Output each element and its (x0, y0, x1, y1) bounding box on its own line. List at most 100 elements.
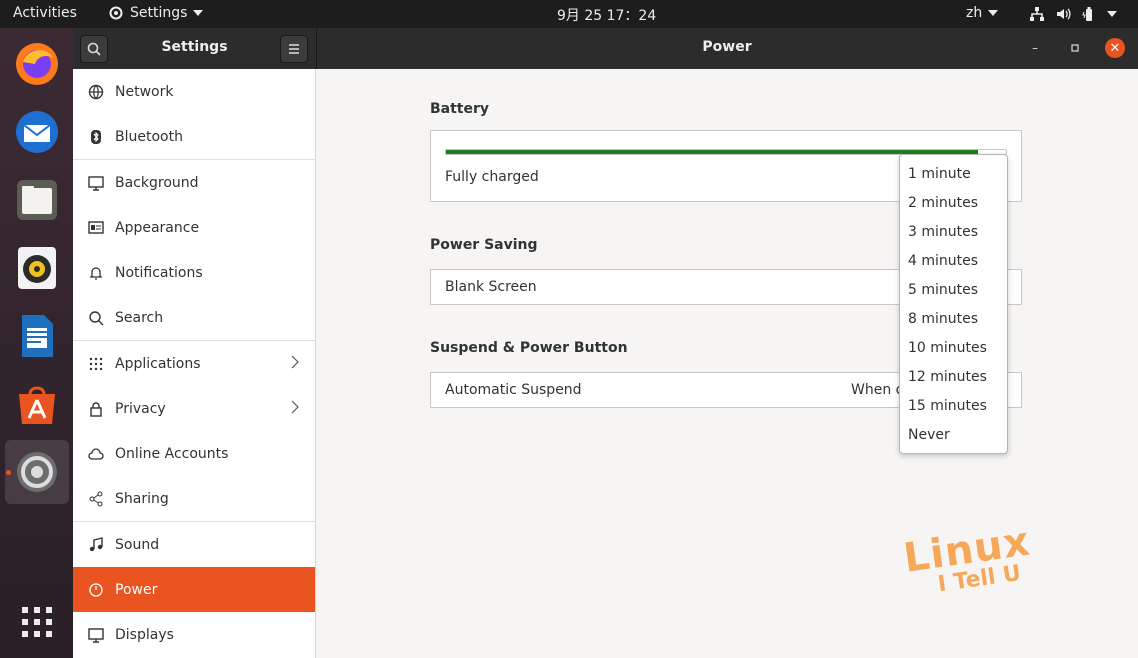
rhythmbox-launcher[interactable] (5, 236, 69, 300)
battery-status: Fully charged (445, 169, 539, 185)
minimize-icon: – (1032, 41, 1038, 55)
settings-icon (17, 452, 57, 492)
firefox-launcher[interactable] (5, 32, 69, 96)
blank-screen-label: Blank Screen (445, 279, 537, 295)
sidebar-item-label: Appearance (115, 219, 200, 236)
battery-icon (1082, 7, 1092, 21)
sidebar-item-label: Sharing (115, 490, 169, 507)
close-icon: ✕ (1109, 40, 1121, 56)
power-icon (87, 581, 105, 599)
sidebar-header: Settings (73, 28, 316, 69)
restore-icon (1071, 44, 1079, 52)
sidebar-item-notifications[interactable]: Notifications (73, 250, 315, 295)
sidebar-item-label: Search (115, 309, 164, 326)
option-8-minutes[interactable]: 8 minutes (908, 304, 1003, 333)
sidebar-item-label: Sound (115, 536, 160, 553)
option-2-minutes[interactable]: 2 minutes (908, 188, 1003, 217)
sidebar-item-sharing[interactable]: Sharing (73, 476, 315, 521)
app-grid-icon (22, 607, 52, 637)
option-12-minutes[interactable]: 12 minutes (908, 362, 1003, 391)
blank-screen-dropdown: 1 minute 2 minutes 3 minutes 4 minutes 5… (899, 154, 1008, 454)
app-store-icon (19, 386, 55, 424)
automatic-suspend-value: When o (851, 382, 905, 398)
app-menu[interactable]: Settings (108, 5, 204, 21)
option-10-minutes[interactable]: 10 minutes (908, 333, 1003, 362)
share-icon (87, 490, 105, 508)
chevron-right-icon (291, 355, 299, 373)
sidebar-item-label: Notifications (115, 264, 203, 281)
option-4-minutes[interactable]: 4 minutes (908, 246, 1003, 275)
option-1-minute[interactable]: 1 minute (908, 159, 1003, 188)
software-launcher[interactable] (5, 372, 69, 436)
speaker-icon (18, 247, 56, 289)
maximize-button[interactable] (1065, 38, 1085, 58)
battery-level-fill (446, 150, 978, 154)
sidebar-item-bluetooth[interactable]: Bluetooth (73, 114, 315, 159)
appearance-icon (87, 219, 105, 237)
firefox-icon (16, 43, 58, 85)
dock (0, 28, 73, 658)
background-icon (87, 174, 105, 192)
sidebar-item-network[interactable]: Network (73, 69, 315, 114)
lock-icon (87, 400, 105, 418)
writer-launcher[interactable] (5, 304, 69, 368)
main-header: Power – ✕ (316, 28, 1138, 69)
settings-launcher[interactable] (5, 440, 69, 504)
files-launcher[interactable] (5, 168, 69, 232)
running-indicator (6, 470, 11, 475)
grid-icon (87, 355, 105, 373)
page-title: Power (702, 39, 752, 55)
chevron-right-icon (291, 400, 299, 418)
document-icon (22, 315, 53, 357)
option-5-minutes[interactable]: 5 minutes (908, 275, 1003, 304)
files-icon (17, 180, 57, 220)
music-icon (87, 536, 105, 554)
thunderbird-launcher[interactable] (5, 100, 69, 164)
sidebar-item-applications[interactable]: Applications (73, 341, 315, 386)
language-label: zh (966, 5, 983, 21)
option-never[interactable]: Never (908, 420, 1003, 449)
sidebar-item-appearance[interactable]: Appearance (73, 205, 315, 250)
language-indicator[interactable]: zh (966, 5, 999, 21)
app-menu-label: Settings (130, 5, 188, 21)
option-15-minutes[interactable]: 15 minutes (908, 391, 1003, 420)
cloud-icon (87, 445, 105, 463)
chevron-down-icon (988, 10, 999, 16)
system-tray[interactable] (1029, 6, 1117, 22)
chevron-down-icon (1107, 11, 1117, 17)
sidebar-item-sound[interactable]: Sound (73, 522, 315, 567)
close-button[interactable]: ✕ (1105, 38, 1125, 58)
network-icon (87, 83, 105, 101)
sidebar-item-label: Applications (115, 355, 201, 372)
sidebar-item-label: Displays (115, 626, 174, 643)
display-icon (87, 626, 105, 644)
activities-button[interactable]: Activities (13, 5, 77, 21)
top-bar: Activities Settings 9月 25 17：24 zh (0, 0, 1138, 28)
sidebar-item-label: Power (115, 581, 158, 598)
sidebar: Network Bluetooth Background Appearance … (73, 69, 316, 658)
option-3-minutes[interactable]: 3 minutes (908, 217, 1003, 246)
sidebar-item-power[interactable]: Power (73, 567, 315, 612)
sidebar-item-background[interactable]: Background (73, 160, 315, 205)
suspend-heading: Suspend & Power Button (430, 340, 628, 356)
chevron-down-icon (193, 10, 204, 16)
network-wired-icon (1030, 7, 1044, 21)
power-saving-heading: Power Saving (430, 237, 538, 253)
automatic-suspend-label: Automatic Suspend (445, 382, 582, 398)
sidebar-item-search[interactable]: Search (73, 295, 315, 340)
battery-heading: Battery (430, 101, 490, 117)
sidebar-item-displays[interactable]: Displays (73, 612, 315, 657)
sidebar-item-label: Background (115, 174, 199, 191)
sidebar-item-privacy[interactable]: Privacy (73, 386, 315, 431)
sidebar-item-online-accounts[interactable]: Online Accounts (73, 431, 315, 476)
sidebar-item-label: Network (115, 83, 174, 100)
menu-button[interactable] (280, 35, 308, 63)
clock[interactable]: 9月 25 17：24 (557, 5, 656, 25)
minimize-button[interactable]: – (1025, 38, 1045, 58)
sidebar-item-label: Privacy (115, 400, 166, 417)
show-applications-button[interactable] (5, 590, 69, 654)
hamburger-icon (289, 44, 299, 54)
volume-icon (1057, 8, 1071, 20)
thunderbird-icon (16, 111, 58, 153)
bluetooth-icon (87, 128, 105, 146)
